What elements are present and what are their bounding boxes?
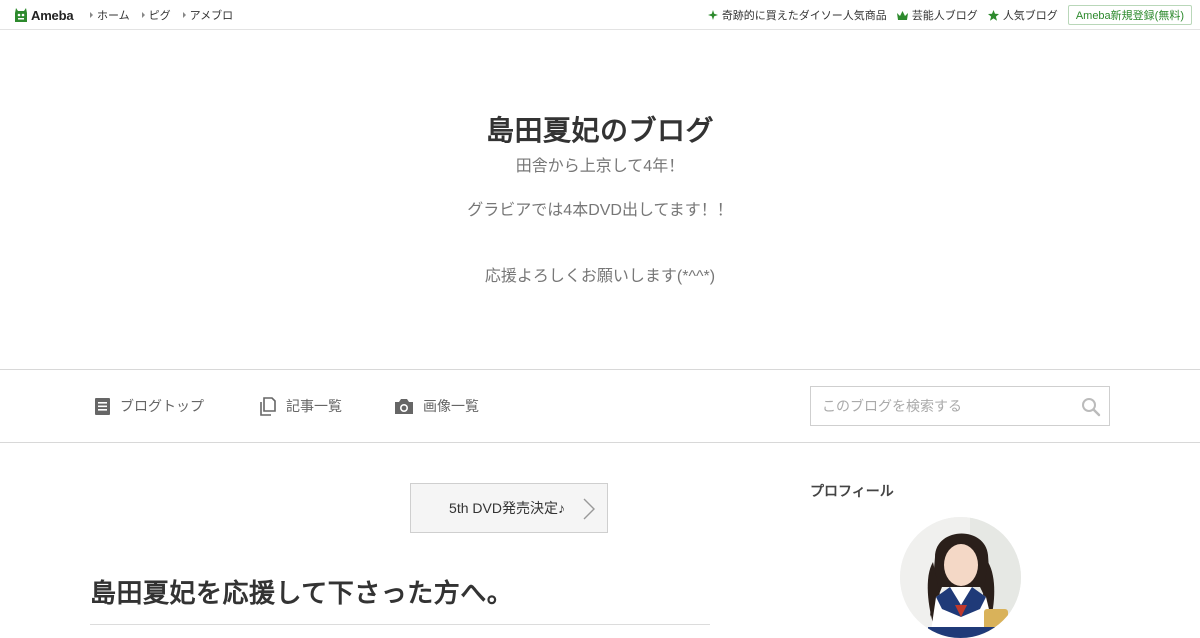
blog-title[interactable]: 島田夏妃のブログ [0, 109, 1200, 149]
logo-text: Ameba [31, 7, 74, 23]
global-nav-right: 奇跡的に買えたダイソー人気商品 芸能人ブログ 人気ブログ Ameba新規登録(無… [707, 0, 1192, 30]
register-button[interactable]: Ameba新規登録(無料) [1067, 5, 1192, 25]
nav-home-link[interactable]: ホーム [90, 7, 130, 23]
nav-image-list-label: 画像一覧 [423, 398, 479, 414]
description-line [0, 222, 1200, 244]
popular-blog-label: 人気ブログ [1002, 10, 1058, 22]
nav-blog-top[interactable]: ブログトップ [94, 394, 204, 418]
nav-pigg-label: ピグ [148, 10, 171, 22]
nav-article-list[interactable]: 記事一覧 [259, 394, 342, 418]
document-icon [95, 397, 110, 415]
triangle-right-icon [182, 12, 186, 18]
popular-blog-link[interactable]: 人気ブログ [987, 7, 1058, 23]
description-line [0, 244, 1200, 266]
profile-heading: プロフィール [810, 483, 894, 499]
nav-ameblo-link[interactable]: アメブロ [182, 7, 234, 23]
avatar[interactable] [900, 517, 1021, 638]
daiso-link[interactable]: 奇跡的に買えたダイソー人気商品 [707, 7, 887, 23]
camera-icon [395, 398, 413, 414]
description-line: 田舎から上京して4年！ [515, 158, 685, 175]
star-icon [987, 9, 999, 21]
copy-icon [260, 396, 276, 416]
ameba-logo-icon [15, 8, 27, 22]
nav-pigg-link[interactable]: ピグ [141, 7, 171, 23]
pinned-article-button[interactable]: 5th DVD発売決定♪ [410, 483, 608, 533]
blog-header: 島田夏妃のブログ 田舎から上京して4年！ グラビアでは4本DVD出してます！！ … [0, 30, 1200, 370]
celebrity-blog-label: 芸能人ブログ [911, 10, 978, 22]
description-line: 応援よろしくお願いします(*^^*) [484, 268, 716, 285]
divider [90, 624, 710, 625]
article-title[interactable]: 島田夏妃を応援して下さった方へ。 [90, 573, 710, 610]
global-header: Ameba ホーム ピグ アメブロ 奇跡的に買えたダイソー人気商品 芸能人ブログ… [0, 0, 1200, 30]
nav-blog-top-label: ブログトップ [120, 398, 204, 414]
sparkle-icon [707, 10, 718, 20]
blog-search [810, 386, 1110, 426]
nav-ameblo-label: アメブロ [189, 10, 234, 22]
description-line [0, 178, 1200, 200]
description-line: グラビアでは4本DVD出してます！！ [467, 202, 733, 219]
chevron-right-icon [583, 498, 595, 520]
celebrity-blog-link[interactable]: 芸能人ブログ [896, 7, 978, 23]
search-input[interactable] [811, 387, 1071, 425]
global-nav-left: ホーム ピグ アメブロ [90, 0, 245, 30]
blog-nav: ブログトップ 記事一覧 画像一覧 [0, 369, 1200, 443]
triangle-right-icon [141, 12, 145, 18]
daiso-link-label: 奇跡的に買えたダイソー人気商品 [721, 10, 887, 22]
pinned-article-label: 5th DVD発売決定♪ [449, 500, 565, 516]
blog-description: 田舎から上京して4年！ グラビアでは4本DVD出してます！！ 応援よろしくお願い… [0, 156, 1200, 288]
nav-article-list-label: 記事一覧 [286, 398, 342, 414]
crown-icon [896, 10, 908, 20]
search-icon[interactable] [1081, 397, 1101, 417]
nav-home-label: ホーム [97, 10, 130, 22]
triangle-right-icon [90, 12, 93, 18]
nav-image-list[interactable]: 画像一覧 [394, 394, 479, 418]
profile-photo [900, 517, 1021, 638]
ameba-logo[interactable]: Ameba [14, 6, 74, 24]
